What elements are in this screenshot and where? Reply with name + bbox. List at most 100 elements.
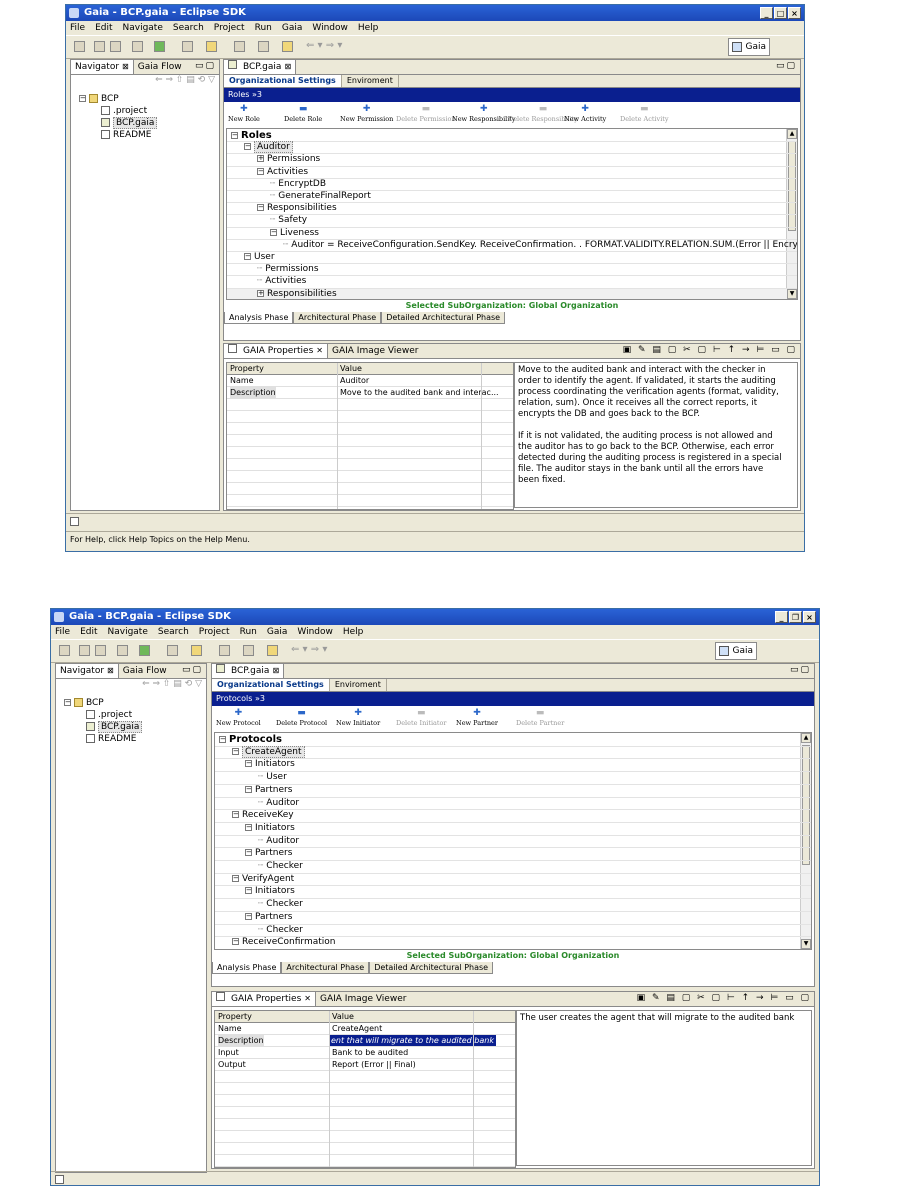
tab-organizational-settings[interactable]: Organizational Settings bbox=[224, 75, 342, 87]
action-new-permission[interactable]: ✚ New Permission bbox=[340, 104, 393, 123]
tree-node[interactable]: − Responsibilities bbox=[257, 203, 337, 213]
close-icon[interactable]: ⊠ bbox=[272, 664, 279, 678]
vertical-scrollbar[interactable]: ▲ ▼ bbox=[800, 733, 811, 949]
expand-icon[interactable]: + bbox=[257, 289, 264, 297]
close-icon[interactable]: ⊠ bbox=[107, 664, 114, 678]
tab-gaia-image-viewer[interactable]: GAIA Image Viewer bbox=[328, 344, 422, 358]
action-new-protocol[interactable]: ✚ New Protocol bbox=[216, 708, 261, 727]
column-divider[interactable] bbox=[481, 363, 482, 509]
collapse-icon[interactable]: − bbox=[257, 204, 264, 212]
table-row[interactable]: Description ent that will migrate to the … bbox=[215, 1035, 515, 1047]
tab-gaia-flow[interactable]: Gaia Flow bbox=[119, 664, 171, 678]
tree-node[interactable]: − Liveness bbox=[270, 228, 319, 238]
run-icon[interactable] bbox=[139, 645, 150, 656]
close-button[interactable]: × bbox=[803, 611, 816, 623]
collapse-icon[interactable]: − bbox=[244, 143, 251, 151]
column-divider[interactable] bbox=[337, 363, 338, 509]
menu-search[interactable]: Search bbox=[158, 625, 189, 639]
roles-tree[interactable]: ▲ ▼ − Roles − Auditor + Permissions − Activities… bbox=[226, 128, 798, 300]
open-folder-icon[interactable] bbox=[191, 645, 202, 656]
tree-node[interactable]: ┈ Activities bbox=[257, 276, 306, 286]
tab-architectural-phase[interactable]: Architectural Phase bbox=[293, 312, 382, 324]
protocols-tree[interactable]: ▲ ▼ − Protocols − CreateAgent − Initiators ┈ Us… bbox=[214, 732, 812, 950]
action-delete-partner[interactable]: ▬ Delete Partner bbox=[516, 708, 564, 727]
back-arrow-icon[interactable]: ⇐ ▾ ⇒ ▾ bbox=[291, 644, 327, 655]
action-delete-permission[interactable]: ▬ Delete Permission bbox=[396, 104, 456, 123]
action-new-initiator[interactable]: ✚ New Initiator bbox=[336, 708, 380, 727]
table-row[interactable]: Input Bank to be audited bbox=[215, 1047, 515, 1059]
last-edit-icon[interactable] bbox=[282, 41, 293, 52]
collapse-icon[interactable]: − bbox=[257, 167, 264, 175]
properties-table[interactable]: Property Value Name CreateAgent Description e… bbox=[214, 1010, 516, 1168]
action-delete-activity[interactable]: ▬ Delete Activity bbox=[620, 104, 669, 123]
perspective-switcher[interactable]: Gaia bbox=[715, 642, 757, 660]
action-delete-initiator[interactable]: ▬ Delete Initiator bbox=[396, 708, 447, 727]
property-value[interactable]: Bank to be audited bbox=[332, 1047, 408, 1058]
menu-edit[interactable]: Edit bbox=[95, 21, 112, 35]
fast-view-icon[interactable] bbox=[55, 1175, 64, 1184]
nav-item-project[interactable]: .project bbox=[101, 106, 147, 116]
menu-search[interactable]: Search bbox=[173, 21, 204, 35]
collapse-icon[interactable]: − bbox=[270, 228, 277, 236]
collapse-icon[interactable]: − bbox=[245, 849, 252, 857]
close-icon[interactable]: ⊠ bbox=[122, 60, 129, 74]
minimize-button[interactable]: _ bbox=[760, 7, 773, 19]
tab-gaia-properties[interactable]: GAIA Properties ✕ bbox=[224, 344, 328, 358]
tree-node[interactable]: ┈ GenerateFinalReport bbox=[270, 191, 371, 201]
tree-node[interactable]: − Initiators bbox=[245, 886, 295, 896]
property-value[interactable]: ent that will migrate to the audited ban… bbox=[329, 1035, 496, 1046]
view-toolbar-icons[interactable]: ▣ ✎ ▤ ▢ ✂ ▢ ⊢ ↑ → ⊨ ▭ ▢ bbox=[623, 345, 797, 355]
tab-enviroment[interactable]: Enviroment bbox=[342, 75, 399, 87]
action-new-partner[interactable]: ✚ New Partner bbox=[456, 708, 498, 727]
tab-navigator[interactable]: Navigator ⊠ bbox=[71, 60, 134, 74]
fast-view-icon[interactable] bbox=[70, 517, 79, 526]
menu-window[interactable]: Window bbox=[312, 21, 348, 35]
tree-node[interactable]: ┈ Auditor bbox=[258, 798, 299, 808]
tree-node[interactable]: − Activities bbox=[257, 167, 308, 177]
save-icon[interactable] bbox=[94, 41, 105, 52]
property-value[interactable]: Report (Error || Final) bbox=[332, 1059, 416, 1070]
prev-annotation-icon[interactable] bbox=[243, 645, 254, 656]
tree-node[interactable]: ┈ Auditor bbox=[258, 836, 299, 846]
property-value[interactable]: Auditor bbox=[340, 375, 369, 386]
collapse-icon[interactable]: − bbox=[79, 95, 86, 102]
back-arrow-icon[interactable]: ⇐ ▾ ⇒ ▾ bbox=[306, 40, 342, 51]
column-divider[interactable] bbox=[473, 1011, 474, 1167]
minimize-maximize-icons[interactable]: ▭▢ bbox=[776, 61, 797, 71]
tree-node[interactable]: ┈ EncryptDB bbox=[270, 179, 326, 189]
minimize-maximize-icons[interactable]: ▭▢ bbox=[790, 665, 811, 675]
collapse-icon[interactable]: − bbox=[232, 938, 239, 946]
tree-node[interactable]: ┈ Auditor = ReceiveConfiguration.SendKey… bbox=[283, 240, 797, 250]
collapse-icon[interactable]: − bbox=[232, 811, 239, 819]
tree-node[interactable]: − User bbox=[244, 252, 275, 262]
tree-node[interactable]: − Partners bbox=[245, 848, 292, 858]
tab-enviroment[interactable]: Enviroment bbox=[330, 679, 387, 691]
tree-node[interactable]: − Initiators bbox=[245, 823, 295, 833]
restore-button[interactable]: ❐ bbox=[789, 611, 802, 623]
minimize-maximize-icons[interactable]: ▭▢ bbox=[182, 665, 203, 675]
tree-node[interactable]: ┈ Safety bbox=[270, 215, 307, 225]
tree-node[interactable]: − Protocols bbox=[219, 734, 282, 745]
tab-architectural-phase[interactable]: Architectural Phase bbox=[281, 962, 370, 974]
menu-project[interactable]: Project bbox=[214, 21, 245, 35]
action-new-responsibility[interactable]: ✚ New Responsibility bbox=[452, 104, 516, 123]
tree-node[interactable]: − VerifyAgent bbox=[232, 874, 294, 884]
menu-gaia[interactable]: Gaia bbox=[267, 625, 288, 639]
prev-annotation-icon[interactable] bbox=[258, 41, 269, 52]
description-text[interactable]: The user creates the agent that will mig… bbox=[516, 1010, 812, 1166]
nav-item-project[interactable]: .project bbox=[86, 710, 132, 720]
properties-table[interactable]: Property Value Name Auditor Description Move … bbox=[226, 362, 514, 510]
description-text[interactable]: Move to the audited bank and interact wi… bbox=[514, 362, 798, 508]
nav-item-readme[interactable]: README bbox=[86, 734, 136, 744]
property-value[interactable]: CreateAgent bbox=[332, 1023, 382, 1034]
tree-node[interactable]: ┈ Checker bbox=[258, 925, 303, 935]
perspective-switcher[interactable]: Gaia bbox=[728, 38, 770, 56]
table-row[interactable]: Name CreateAgent bbox=[215, 1023, 515, 1035]
last-edit-icon[interactable] bbox=[267, 645, 278, 656]
menu-run[interactable]: Run bbox=[240, 625, 257, 639]
build-icon[interactable] bbox=[132, 41, 143, 52]
collapse-icon[interactable]: − bbox=[245, 887, 252, 895]
collapse-icon[interactable]: − bbox=[232, 747, 239, 755]
tree-node[interactable]: ┈ Checker bbox=[258, 899, 303, 909]
tab-detailed-architectural-phase[interactable]: Detailed Architectural Phase bbox=[381, 312, 506, 324]
